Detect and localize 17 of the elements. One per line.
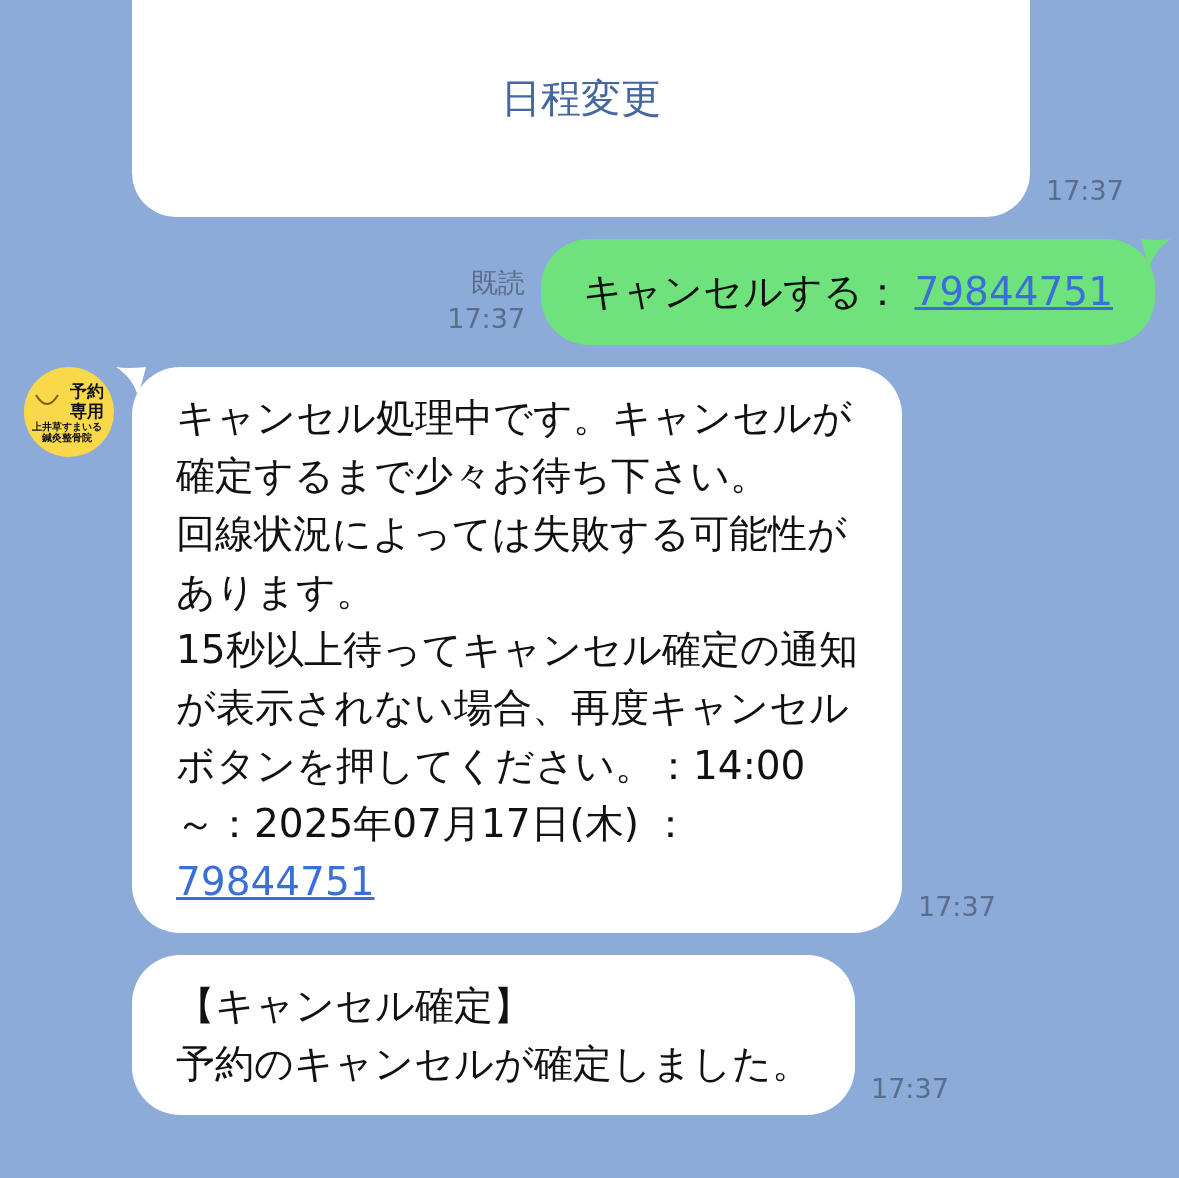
avatar-caption: 鍼灸整骨院: [42, 432, 92, 443]
read-receipt: 既読: [471, 266, 526, 300]
bubble-tail: [1141, 239, 1171, 269]
timestamp: 17:37: [871, 1072, 949, 1106]
avatar[interactable]: 予約 専用 上井草すまいる 鍼灸整骨院: [24, 367, 114, 457]
reservation-link[interactable]: 79844751: [914, 269, 1113, 314]
reschedule-button[interactable]: 日程変更: [497, 70, 665, 126]
timestamp: 17:37: [918, 890, 996, 924]
avatar-title: 専用: [70, 401, 104, 421]
timestamp: 17:37: [1046, 174, 1124, 208]
message-bubble: キャンセル処理中です。キャンセルが確定するまで少々お待ち下さい。 回線状況によっては失敗する可能性があります。 15秒以上待ってキャンセル確定の通知が表示されない場合、再度キャンセルボタンを押してください。：14:00～：2025年07月17日(木) ： 79844751: [132, 367, 902, 933]
timestamp: 17:37: [447, 302, 526, 336]
message-bubble: 【キャンセル確定】 予約のキャンセルが確定しました。: [132, 955, 855, 1115]
message-bubble: キャンセルする： 79844751: [541, 239, 1155, 345]
avatar-caption: 上井草すまいる: [31, 421, 102, 432]
avatar-title: 予約: [70, 381, 104, 401]
reservation-link[interactable]: 79844751: [176, 859, 375, 904]
